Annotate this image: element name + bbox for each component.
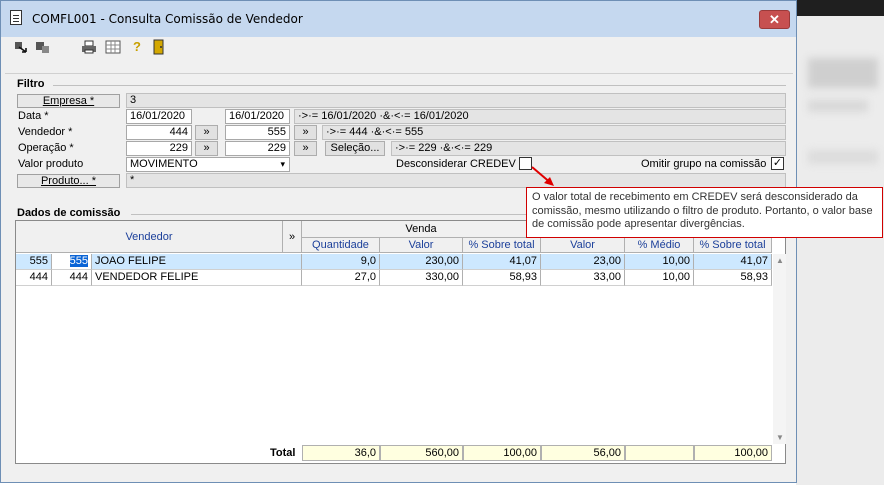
toolbar-separator bbox=[5, 73, 793, 74]
vendedor-label: Vendedor * bbox=[18, 126, 73, 138]
cell-quantidade[interactable]: 9,0 bbox=[302, 254, 380, 270]
cell-valor-comissao[interactable]: 23,00 bbox=[541, 254, 625, 270]
data-from-field[interactable]: 16/01/2020 bbox=[126, 109, 192, 124]
cell-sobre-total[interactable]: 58,93 bbox=[463, 270, 541, 286]
close-button[interactable]: ✕ bbox=[759, 10, 790, 29]
cell-sobre-total-comissao[interactable]: 58,93 bbox=[694, 270, 772, 286]
vendedor-to-range-button[interactable]: » bbox=[294, 125, 317, 140]
credev-tooltip: O valor total de recebimento em CREDEV s… bbox=[526, 187, 883, 238]
cell-valor-comissao[interactable]: 33,00 bbox=[541, 270, 625, 286]
help-icon[interactable]: ? bbox=[129, 39, 145, 55]
data-label: Data * bbox=[18, 110, 49, 122]
filter-group-line bbox=[53, 85, 786, 86]
operacao-from-field[interactable]: 229 bbox=[126, 141, 192, 156]
total-sobre-total: 100,00 bbox=[463, 445, 541, 461]
total-valor-comissao: 56,00 bbox=[541, 445, 625, 461]
cell-cod[interactable]: 555 bbox=[16, 254, 52, 270]
comissao-group-line bbox=[131, 214, 526, 215]
cell-cod-vendedor[interactable]: 555 bbox=[52, 254, 92, 270]
operacao-to-field[interactable]: 229 bbox=[225, 141, 290, 156]
filter-group-title: Filtro bbox=[17, 78, 45, 90]
cell-cod-vendedor[interactable]: 444 bbox=[52, 270, 92, 286]
background-app-window bbox=[796, 0, 884, 485]
cell-nome[interactable]: JOAO FELIPE bbox=[92, 254, 302, 270]
vendedor-range-button[interactable]: » bbox=[195, 125, 218, 140]
operacao-range-button[interactable]: » bbox=[195, 141, 218, 156]
col-quantidade[interactable]: Quantidade bbox=[302, 238, 380, 253]
comissao-grid[interactable]: Vendedor » Venda Quantidade Valor % Sobr… bbox=[15, 220, 787, 464]
chevron-down-icon: ▾ bbox=[280, 159, 285, 169]
omitir-grupo-checkbox[interactable]: ✓ bbox=[771, 157, 784, 170]
vendedor-from-field[interactable]: 444 bbox=[126, 125, 192, 140]
cell-medio[interactable]: 10,00 bbox=[625, 254, 694, 270]
cell-sobre-total-comissao[interactable]: 41,07 bbox=[694, 254, 772, 270]
venda-group-header: Venda bbox=[302, 221, 541, 238]
col-sobre-total-comissao[interactable]: % Sobre total bbox=[694, 238, 772, 253]
operacao-selecao-button[interactable]: Seleção... bbox=[325, 141, 385, 156]
col-valor[interactable]: Valor bbox=[380, 238, 463, 253]
operacao-label: Operação * bbox=[18, 142, 74, 154]
exit-icon[interactable] bbox=[13, 39, 29, 55]
data-to-field[interactable]: 16/01/2020 bbox=[225, 109, 290, 124]
omitir-grupo-label: Omitir grupo na comissão bbox=[641, 158, 767, 170]
total-quantidade: 36,0 bbox=[302, 445, 380, 461]
cell-quantidade[interactable]: 27,0 bbox=[302, 270, 380, 286]
col-medio[interactable]: % Médio bbox=[625, 238, 694, 253]
vendedor-to-field[interactable]: 555 bbox=[225, 125, 290, 140]
desconsiderar-credev-label: Desconsiderar CREDEV bbox=[396, 158, 516, 170]
print-icon[interactable] bbox=[81, 39, 97, 55]
produto-field[interactable]: * bbox=[126, 173, 786, 188]
filter-icon[interactable] bbox=[35, 39, 51, 55]
valor-produto-label: Valor produto bbox=[18, 158, 84, 170]
door-icon[interactable] bbox=[151, 39, 167, 55]
empresa-field[interactable]: 3 bbox=[126, 93, 786, 108]
total-label: Total bbox=[270, 447, 296, 459]
operacao-to-range-button[interactable]: » bbox=[294, 141, 317, 156]
vendedor-header[interactable]: Vendedor bbox=[16, 221, 283, 253]
comissao-group-title: Dados de comissão bbox=[17, 207, 121, 219]
total-sobre-total-comissao: 100,00 bbox=[694, 445, 772, 461]
cell-cod[interactable]: 444 bbox=[16, 270, 52, 286]
scroll-down-icon[interactable]: ▼ bbox=[776, 433, 784, 442]
cell-nome[interactable]: VENDEDOR FELIPE bbox=[92, 270, 302, 286]
total-medio bbox=[625, 445, 694, 461]
grid-icon[interactable] bbox=[105, 39, 121, 55]
valor-produto-select[interactable]: MOVIMENTO ▾ bbox=[126, 157, 290, 172]
document-icon bbox=[10, 10, 22, 25]
data-expression: ·>·= 16/01/2020 ·&·<·= 16/01/2020 bbox=[294, 109, 786, 124]
grid-scrollbar[interactable]: ▲ ▼ bbox=[773, 254, 786, 444]
produto-button[interactable]: Produto... * bbox=[17, 174, 120, 188]
col-valor-comissao[interactable]: Valor bbox=[541, 238, 625, 253]
expand-columns-button[interactable]: » bbox=[283, 221, 302, 253]
col-sobre-total[interactable]: % Sobre total bbox=[463, 238, 541, 253]
cell-medio[interactable]: 10,00 bbox=[625, 270, 694, 286]
vendedor-expression: ·>·= 444 ·&·<·= 555 bbox=[322, 125, 786, 140]
scroll-up-icon[interactable]: ▲ bbox=[776, 256, 784, 265]
window-title: COMFL001 - Consulta Comissão de Vendedor bbox=[32, 12, 303, 26]
total-valor: 560,00 bbox=[380, 445, 463, 461]
empresa-button[interactable]: Empresa * bbox=[17, 94, 120, 108]
cell-valor[interactable]: 330,00 bbox=[380, 270, 463, 286]
main-window: COMFL001 - Consulta Comissão de Vendedor… bbox=[0, 0, 797, 483]
operacao-expression: ·>·= 229 ·&·<·= 229 bbox=[391, 141, 786, 156]
cell-valor[interactable]: 230,00 bbox=[380, 254, 463, 270]
cell-sobre-total[interactable]: 41,07 bbox=[463, 254, 541, 270]
